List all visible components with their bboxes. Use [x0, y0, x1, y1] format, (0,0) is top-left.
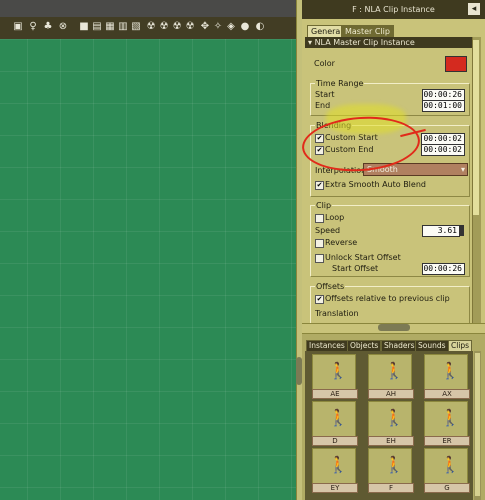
- light-icon[interactable]: ✧: [212, 21, 224, 33]
- sphere-icon[interactable]: ●: [239, 21, 251, 33]
- clip-tile-label: EH: [368, 436, 414, 446]
- walking-figure-icon: 🚶: [384, 408, 404, 427]
- reverse-label: Reverse: [325, 238, 358, 247]
- view-icon-2[interactable]: ▧: [130, 21, 142, 33]
- walking-figure-icon: 🚶: [384, 361, 404, 380]
- wireframe-mode-icon[interactable]: ■: [78, 21, 90, 33]
- time-range-title: Time Range: [315, 79, 365, 88]
- clip-tile-label: AE: [312, 389, 358, 399]
- clip-tile[interactable]: 🚶 AE: [312, 354, 358, 399]
- clip-tile-label: F: [368, 483, 414, 493]
- extra-smooth-checkbox[interactable]: ✔: [315, 181, 324, 190]
- clip-tile-label: EY: [312, 483, 358, 493]
- clip-tile-label: D: [312, 436, 358, 446]
- extra-smooth-label: Extra Smooth Auto Blend: [325, 180, 426, 189]
- walking-figure-icon: 🚶: [328, 455, 348, 474]
- clip-tile-label: G: [424, 483, 470, 493]
- speed-label: Speed: [315, 226, 341, 235]
- walking-figure-icon: 🚶: [384, 455, 404, 474]
- color-label: Color: [314, 59, 335, 68]
- clip-tile[interactable]: 🚶 AX: [424, 354, 470, 399]
- camera-icon[interactable]: ▣: [12, 21, 24, 33]
- clip-tile[interactable]: 🚶 EY: [312, 448, 358, 493]
- panel-title: F : NLA Clip Instance: [302, 0, 485, 19]
- offsets-title: Offsets: [315, 282, 346, 291]
- walking-figure-icon: 🚶: [328, 408, 348, 427]
- render-icon-4[interactable]: ☢: [184, 21, 196, 33]
- render-icon-2[interactable]: ☢: [158, 21, 170, 33]
- section-header-label: NLA Master Clip Instance: [314, 38, 415, 47]
- group-icon[interactable]: ♣: [42, 21, 54, 33]
- custom-end-field[interactable]: 00:00:02: [421, 144, 465, 156]
- pin-icon[interactable]: ◂: [468, 3, 480, 15]
- offsets-relative-checkbox[interactable]: ✔: [315, 295, 324, 304]
- loop-checkbox[interactable]: [315, 214, 324, 223]
- offsets-group: [310, 286, 470, 325]
- clip-title: Clip: [315, 201, 333, 210]
- walking-figure-icon: 🚶: [440, 361, 460, 380]
- split-view-icon[interactable]: ▤: [91, 21, 103, 33]
- unlock-start-offset-label: Unlock Start Offset: [325, 253, 401, 262]
- clip-tile[interactable]: 🚶 G: [424, 448, 470, 493]
- speed-stepper[interactable]: [459, 225, 464, 236]
- translation-label: Translation: [315, 309, 359, 318]
- start-offset-field[interactable]: 00:00:26: [422, 263, 465, 275]
- walking-figure-icon: 🚶: [440, 408, 460, 427]
- walking-figure-icon: 🚶: [328, 361, 348, 380]
- clip-tile-label: AX: [424, 389, 470, 399]
- cube-icon[interactable]: ◈: [225, 21, 237, 33]
- tab-master-clip[interactable]: Master Clip: [341, 25, 394, 37]
- start-label: Start: [315, 90, 335, 99]
- move-icon[interactable]: ✥: [199, 21, 211, 33]
- clip-tile-label: AH: [368, 389, 414, 399]
- render-icon[interactable]: ☢: [145, 21, 157, 33]
- viewport-toolbar: ▣ ♀ ♣ ⊗ ■ ▤ ▦ ▥ ▧ ☢ ☢ ☢ ☢ ✥ ✧ ◈ ● ◐: [0, 17, 300, 41]
- clip-tile[interactable]: 🚶 EH: [368, 401, 414, 446]
- loop-label: Loop: [325, 213, 345, 222]
- library-scrollbar-thumb[interactable]: [475, 353, 480, 496]
- viewport-3d[interactable]: [0, 39, 296, 500]
- offsets-relative-label: Offsets relative to previous clip: [325, 294, 450, 303]
- section-header[interactable]: ▾ NLA Master Clip Instance: [305, 37, 473, 48]
- clip-tile[interactable]: 🚶 F: [368, 448, 414, 493]
- library-separator-handle[interactable]: [378, 324, 410, 331]
- speed-field[interactable]: 3.61: [422, 225, 460, 237]
- clip-tile-label: ER: [424, 436, 470, 446]
- end-field[interactable]: 00:01:00: [422, 100, 465, 112]
- quad-view-icon[interactable]: ▦: [104, 21, 116, 33]
- color-swatch[interactable]: [445, 56, 467, 72]
- person-icon[interactable]: ♀: [27, 21, 39, 33]
- clip-tile[interactable]: 🚶 D: [312, 401, 358, 446]
- unlock-start-offset-checkbox[interactable]: [315, 254, 324, 263]
- panel-scrollbar-thumb[interactable]: [473, 40, 479, 215]
- view-icon[interactable]: ▥: [117, 21, 129, 33]
- end-label: End: [315, 101, 331, 110]
- sphere-shaded-icon[interactable]: ◐: [254, 21, 266, 33]
- viewport-top-bar: [0, 0, 300, 17]
- render-icon-3[interactable]: ☢: [171, 21, 183, 33]
- clip-tile[interactable]: 🚶 AH: [368, 354, 414, 399]
- target-icon[interactable]: ⊗: [57, 21, 69, 33]
- start-offset-label: Start Offset: [332, 264, 379, 273]
- reverse-checkbox[interactable]: [315, 239, 324, 248]
- walking-figure-icon: 🚶: [440, 455, 460, 474]
- chevron-down-icon: ▾: [460, 165, 465, 174]
- clip-tile[interactable]: 🚶 ER: [424, 401, 470, 446]
